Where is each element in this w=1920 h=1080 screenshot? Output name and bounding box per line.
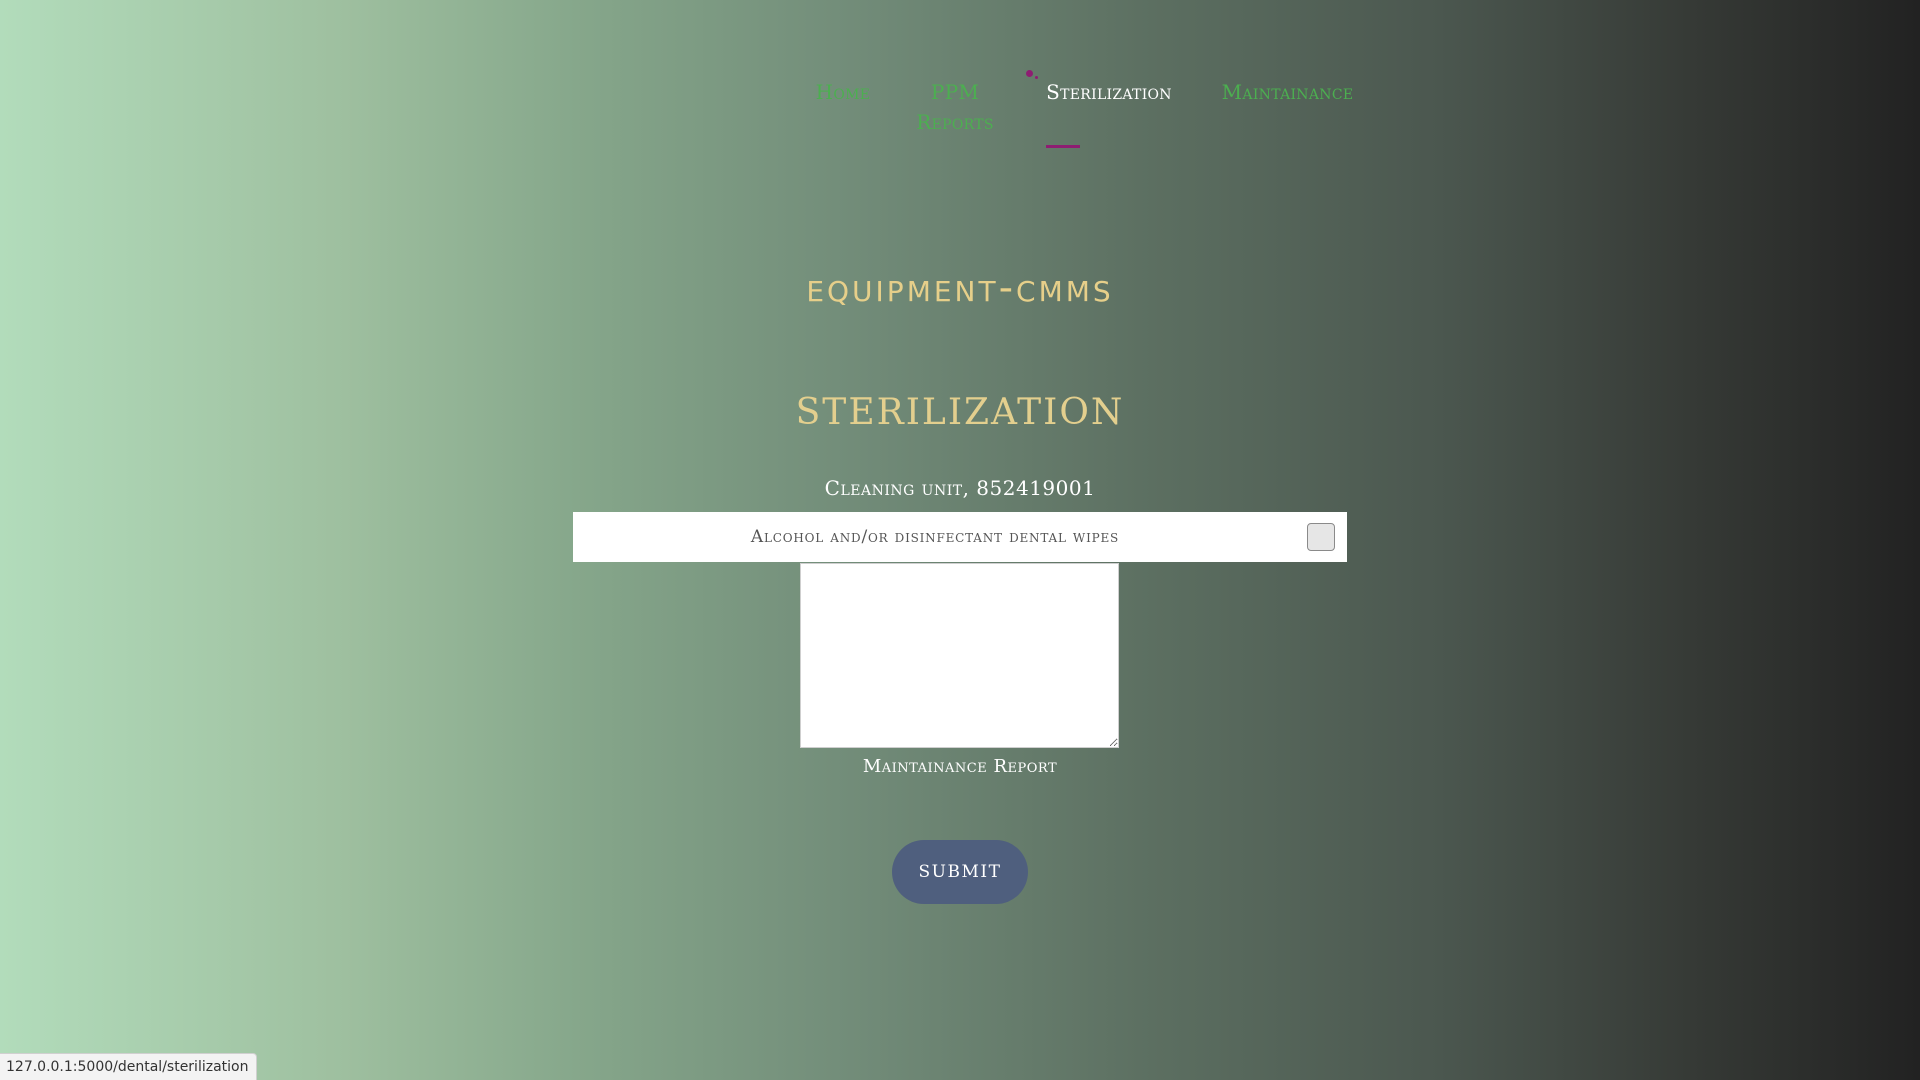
browser-status-url: 127.0.0.1:5000/dental/sterilization <box>0 1053 258 1080</box>
active-indicator-dot <box>1026 70 1033 77</box>
nav-link-home[interactable]: Home <box>803 77 883 107</box>
maintainance-report-textarea[interactable] <box>800 563 1119 748</box>
checklist-item-checkbox[interactable] <box>1307 523 1335 551</box>
active-nav-underline <box>1046 145 1080 148</box>
nav-link-sterilization[interactable]: Sterilization <box>1034 77 1184 107</box>
checklist-item-row: Alcohol and/or disinfectant dental wipes <box>573 512 1347 562</box>
page-title: STERILIZATION <box>795 391 1125 433</box>
unit-label: Cleaning unit, 852419001 <box>824 476 1096 500</box>
nav-link-ppm-reports[interactable]: PPM Reports <box>905 77 1005 137</box>
brand-title: Equipment-CMMS <box>806 264 1114 311</box>
checklist-item-label: Alcohol and/or disinfectant dental wipes <box>750 527 1120 547</box>
nav-link-maintainance[interactable]: Maintainance <box>1210 77 1365 107</box>
main-nav: Home PPM Reports Sterilization Maintaina… <box>780 70 1400 160</box>
submit-button[interactable]: SUBMIT <box>892 840 1028 904</box>
maintainance-report-label: Maintainance Report <box>862 756 1058 777</box>
